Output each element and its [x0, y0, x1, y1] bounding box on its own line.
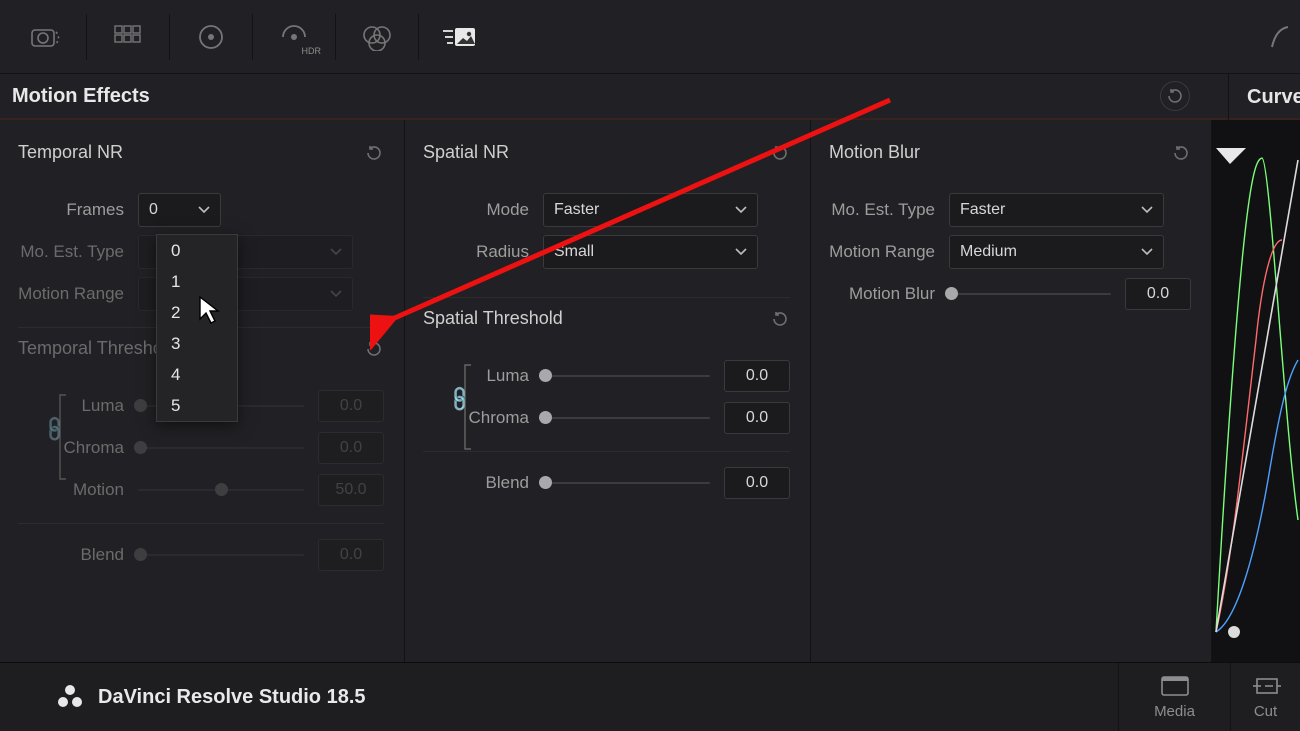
spatial-luma-label: Luma [423, 366, 543, 386]
frames-label: Frames [18, 200, 138, 220]
annotation-arrow [370, 90, 910, 350]
spatial-blend-label: Blend [423, 473, 543, 493]
bottom-bar: DaVinci Resolve Studio 18.5 Media Cut [0, 662, 1300, 731]
media-icon [1160, 675, 1190, 697]
motion-effects-icon[interactable] [425, 2, 495, 72]
temporal-chroma-slider[interactable] [138, 447, 304, 449]
spatial-chroma-slider[interactable] [543, 417, 710, 419]
spatial-blend-value[interactable]: 0.0 [724, 467, 790, 499]
temporal-luma-label: Luma [18, 396, 138, 416]
rgb-mixer-icon[interactable] [342, 2, 412, 72]
temporal-nr-title: Temporal NR [18, 142, 123, 163]
frames-dropdown[interactable]: 0 [138, 193, 221, 227]
mb-amount-slider[interactable] [949, 293, 1111, 295]
panel-reset-button[interactable] [1160, 81, 1190, 111]
frames-option-5[interactable]: 5 [157, 390, 237, 421]
spatial-luma-slider[interactable] [543, 375, 710, 377]
temporal-chroma-label: Chroma [18, 438, 138, 458]
chevron-down-icon [1141, 206, 1153, 214]
chevron-down-icon [330, 290, 342, 298]
top-toolbar: HDR [0, 0, 1300, 74]
spatial-chroma-label: Chroma [423, 408, 543, 428]
tab-media[interactable]: Media [1118, 663, 1230, 731]
curves-header[interactable]: Curves [1228, 74, 1300, 120]
color-wheels-icon[interactable] [176, 2, 246, 72]
cut-icon [1251, 675, 1281, 697]
curves-preview[interactable] [1211, 120, 1300, 662]
temporal-motion-value[interactable]: 50.0 [318, 474, 384, 506]
frames-option-0[interactable]: 0 [157, 235, 237, 266]
mb-amount-value[interactable]: 0.0 [1125, 278, 1191, 310]
temporal-chroma-value[interactable]: 0.0 [318, 432, 384, 464]
mb-motionrange-dropdown[interactable]: Medium [949, 235, 1164, 269]
temporal-motion-label: Motion [18, 480, 138, 500]
temporal-luma-value[interactable]: 0.0 [318, 390, 384, 422]
panel-title: Motion Effects [12, 85, 150, 108]
temporal-blend-value[interactable]: 0.0 [318, 539, 384, 571]
temporal-blend-label: Blend [18, 545, 138, 565]
frames-option-4[interactable]: 4 [157, 359, 237, 390]
tab-cut[interactable]: Cut [1230, 663, 1300, 731]
temporal-motion-slider[interactable] [138, 489, 304, 491]
frames-option-2[interactable]: 2 [157, 297, 237, 328]
motion-blur-reset[interactable] [1171, 143, 1191, 163]
temporal-blend-slider[interactable] [138, 554, 304, 556]
hdr-wheels-icon[interactable]: HDR [259, 2, 329, 72]
cursor-icon [198, 295, 222, 325]
chevron-down-icon [1141, 248, 1153, 256]
app-name: DaVinci Resolve Studio 18.5 [98, 686, 366, 709]
frames-option-1[interactable]: 1 [157, 266, 237, 297]
camera-raw-icon[interactable] [10, 2, 80, 72]
temporal-motionrange-label: Motion Range [18, 284, 138, 304]
hdr-label: HDR [302, 46, 322, 56]
chevron-down-icon [330, 248, 342, 256]
app-logo-icon [56, 683, 84, 711]
temporal-moest-label: Mo. Est. Type [18, 242, 138, 262]
color-match-icon[interactable] [93, 2, 163, 72]
frames-menu: 0 1 2 3 4 5 [156, 234, 238, 422]
temporal-threshold-title: Temporal Threshold [18, 338, 177, 359]
spatial-blend-slider[interactable] [543, 482, 710, 484]
mb-moest-dropdown[interactable]: Faster [949, 193, 1164, 227]
spatial-luma-value[interactable]: 0.0 [724, 360, 790, 392]
curves-panel-icon[interactable] [1266, 23, 1290, 51]
frames-option-3[interactable]: 3 [157, 328, 237, 359]
spatial-chroma-value[interactable]: 0.0 [724, 402, 790, 434]
chevron-down-icon [198, 206, 210, 214]
